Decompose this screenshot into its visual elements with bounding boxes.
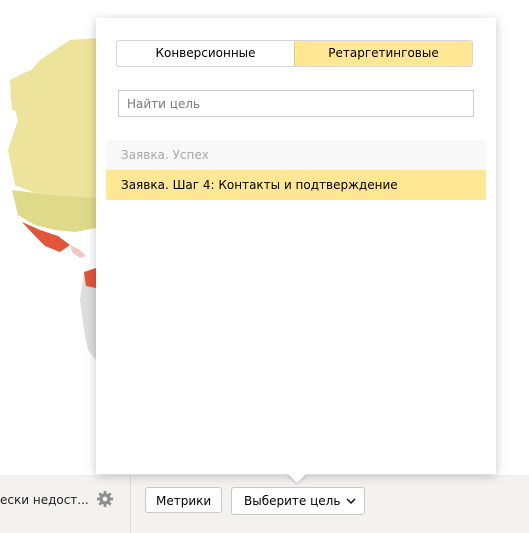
tab-retargeting[interactable]: Ретаргетинговые — [294, 41, 472, 66]
map-region-central-america — [70, 245, 86, 258]
select-goal-label: Выберите цель — [244, 494, 341, 508]
map-region-canada — [8, 38, 96, 205]
goal-list: Заявка. Успех Заявка. Шаг 4: Контакты и … — [106, 140, 486, 200]
tab-conversion[interactable]: Конверсионные — [117, 41, 294, 66]
goal-item-step4[interactable]: Заявка. Шаг 4: Контакты и подтверждение — [106, 170, 486, 200]
truncated-label: ески недост... — [0, 493, 89, 507]
gear-icon[interactable] — [96, 490, 114, 508]
chevron-down-icon — [346, 498, 356, 504]
goal-selection-popup: Конверсионные Ретаргетинговые Заявка. Ус… — [96, 18, 496, 474]
goal-search-input[interactable] — [118, 90, 474, 117]
goal-type-tabs: Конверсионные Ретаргетинговые — [116, 40, 473, 67]
toolbar-divider — [130, 475, 131, 533]
select-goal-button[interactable]: Выберите цель — [231, 487, 366, 515]
popup-pointer — [287, 473, 307, 483]
bottom-toolbar: ески недост... Метрики Выберите цель — [0, 475, 529, 533]
metrics-button[interactable]: Метрики — [145, 487, 223, 513]
goal-item-success[interactable]: Заявка. Успех — [106, 140, 486, 170]
